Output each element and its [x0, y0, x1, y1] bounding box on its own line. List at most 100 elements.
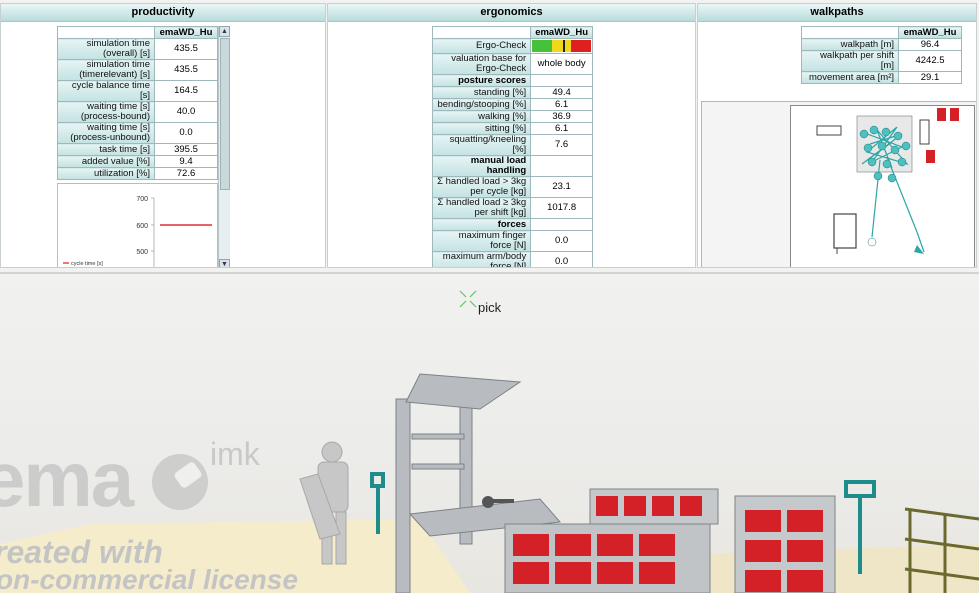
row-value: 7.6	[530, 134, 593, 156]
row-label: waiting time [s] (process-unbound)	[57, 122, 155, 144]
ergo-red	[571, 40, 591, 52]
row-value: 0.0	[530, 230, 593, 252]
table-row: utilization [%] 72.6	[57, 167, 218, 180]
row-value: 96.4	[898, 38, 962, 51]
bin-shelf-right[interactable]	[734, 495, 836, 593]
row-value: 36.9	[530, 110, 593, 123]
table-row: walkpath per shift [m] 4242.5	[801, 50, 962, 72]
productivity-table: emaWD_Hu simulation time (overall) [s] 43…	[57, 26, 218, 180]
productivity-title: productivity	[1, 4, 325, 22]
table-row: walkpath [m] 96.4	[801, 38, 962, 51]
row-label: simulation time (timerelevant) [s]	[57, 59, 155, 81]
ergonomics-panel: ergonomics emaWD_Hu Ergo-Check valuation…	[327, 3, 696, 268]
walkpaths-title: walkpaths	[698, 4, 976, 22]
scroll-thumb[interactable]	[220, 38, 230, 190]
productivity-scrollbar[interactable]: ▲ ▼	[218, 26, 230, 267]
row-value: 0.0	[530, 251, 593, 267]
simulation-3d-viewport[interactable]: pick ema imk reated with on-commercial l…	[0, 272, 979, 593]
section-header: posture scores	[431, 74, 532, 87]
table-row: Σ handled load ≥ 3kg per shift [kg] 1017.…	[431, 197, 593, 219]
scroll-up-button[interactable]: ▲	[219, 26, 230, 37]
row-label: Σ handled load > 3kg per cycle [kg]	[431, 176, 532, 198]
row-label: sitting [%]	[431, 122, 532, 135]
row-value: 0.0	[154, 122, 218, 144]
ema-watermark-brand: ema	[0, 435, 134, 523]
ergonomics-title: ergonomics	[328, 4, 695, 22]
row-value: 9.4	[154, 155, 218, 168]
pick-label: pick	[478, 300, 502, 315]
valuation-label: valuation base for Ergo-Check	[431, 53, 532, 75]
table-row: valuation base for Ergo-Check whole body	[431, 53, 593, 75]
row-value: 1017.8	[530, 197, 593, 219]
productivity-column-header[interactable]: emaWD_Hu	[154, 26, 218, 39]
row-value: 395.5	[154, 143, 218, 156]
cycle-time-mini-chart: 700 600 500 cycle time [s]	[57, 183, 218, 267]
mini-chart-tick: 700	[136, 196, 148, 203]
pick-crosshair-icon[interactable]	[459, 290, 477, 308]
row-value: 29.1	[898, 71, 962, 84]
row-label: Σ handled load ≥ 3kg per shift [kg]	[431, 197, 532, 219]
row-label: task time [s]	[57, 143, 155, 156]
table-row: maximum arm/body force [N] 0.0	[431, 251, 593, 267]
bin-shelf-back[interactable]	[589, 488, 719, 525]
table-row: waiting time [s] (process-bound) 40.0	[57, 101, 218, 123]
table-row: simulation time (overall) [s] 435.5	[57, 38, 218, 60]
row-value: 164.5	[154, 80, 218, 102]
bin-table-center[interactable]	[504, 523, 711, 593]
section-header: forces	[431, 218, 532, 231]
row-label: standing [%]	[431, 86, 532, 99]
row-value: 435.5	[154, 59, 218, 81]
table-row: added value [%] 9.4	[57, 155, 218, 168]
row-label: maximum arm/body force [N]	[431, 251, 532, 267]
walkpaths-panel: walkpaths emaWD_Hu walkpath [m] 96.4 walk…	[697, 3, 977, 268]
ergo-check-label: Ergo-Check	[431, 38, 532, 54]
license-watermark-line2: on-commercial license	[0, 564, 298, 593]
row-value: 6.1	[530, 122, 593, 135]
row-label: simulation time (overall) [s]	[57, 38, 155, 60]
mini-chart-tick: 500	[136, 249, 148, 256]
table-row: waiting time [s] (process-unbound) 0.0	[57, 122, 218, 144]
row-value: 40.0	[154, 101, 218, 123]
row-label: walking [%]	[431, 110, 532, 123]
walkpath-svg	[816, 108, 959, 254]
row-value: 4242.5	[898, 50, 962, 72]
row-value: 23.1	[530, 176, 593, 198]
walkpaths-column-header[interactable]: emaWD_Hu	[898, 26, 962, 39]
row-value: 72.6	[154, 167, 218, 180]
row-label: bending/stooping [%]	[431, 98, 532, 111]
row-value: 49.4	[530, 86, 593, 99]
walkpath-nodes	[859, 125, 911, 247]
row-label: cycle balance time [s]	[57, 80, 155, 102]
ergo-yellow	[551, 40, 572, 52]
row-label: waiting time [s] (process-bound)	[57, 101, 155, 123]
table-row: sitting [%] 6.1	[431, 122, 593, 135]
map-bin	[926, 150, 935, 163]
walkpath-layout-map[interactable]	[701, 101, 976, 267]
table-row: walking [%] 36.9	[431, 110, 593, 123]
table-row: task time [s] 395.5	[57, 143, 218, 156]
imk-watermark: imk	[210, 436, 260, 472]
row-label: utilization [%]	[57, 167, 155, 180]
table-row: Σ handled load > 3kg per cycle [kg] 23.1	[431, 176, 593, 198]
ema-logo-icon	[152, 454, 208, 510]
map-bin	[950, 108, 959, 121]
table-row: movement area [m²] 29.1	[801, 71, 962, 84]
mini-chart-legend: cycle time [s]	[71, 261, 103, 267]
table-row: squatting/kneeling [%] 7.6	[431, 134, 593, 156]
scroll-down-button[interactable]: ▼	[219, 259, 230, 267]
ergo-check-traffic-light	[532, 40, 591, 52]
section-header: manual load handling	[431, 155, 532, 177]
table-row: bending/stooping [%] 6.1	[431, 98, 593, 111]
row-value: 6.1	[530, 98, 593, 111]
ergonomics-table: emaWD_Hu Ergo-Check valuation base for E…	[431, 26, 593, 267]
row-label: squatting/kneeling [%]	[431, 134, 532, 156]
map-table	[816, 125, 842, 136]
table-row: standing [%] 49.4	[431, 86, 593, 99]
ergo-marker	[563, 40, 566, 52]
ergonomics-column-header[interactable]: emaWD_Hu	[530, 26, 593, 39]
map-cart	[833, 213, 857, 249]
mini-chart-tick: 600	[136, 223, 148, 230]
ergo-green	[532, 40, 552, 52]
map-bin	[937, 108, 946, 121]
table-row: maximum finger force [N] 0.0	[431, 230, 593, 252]
